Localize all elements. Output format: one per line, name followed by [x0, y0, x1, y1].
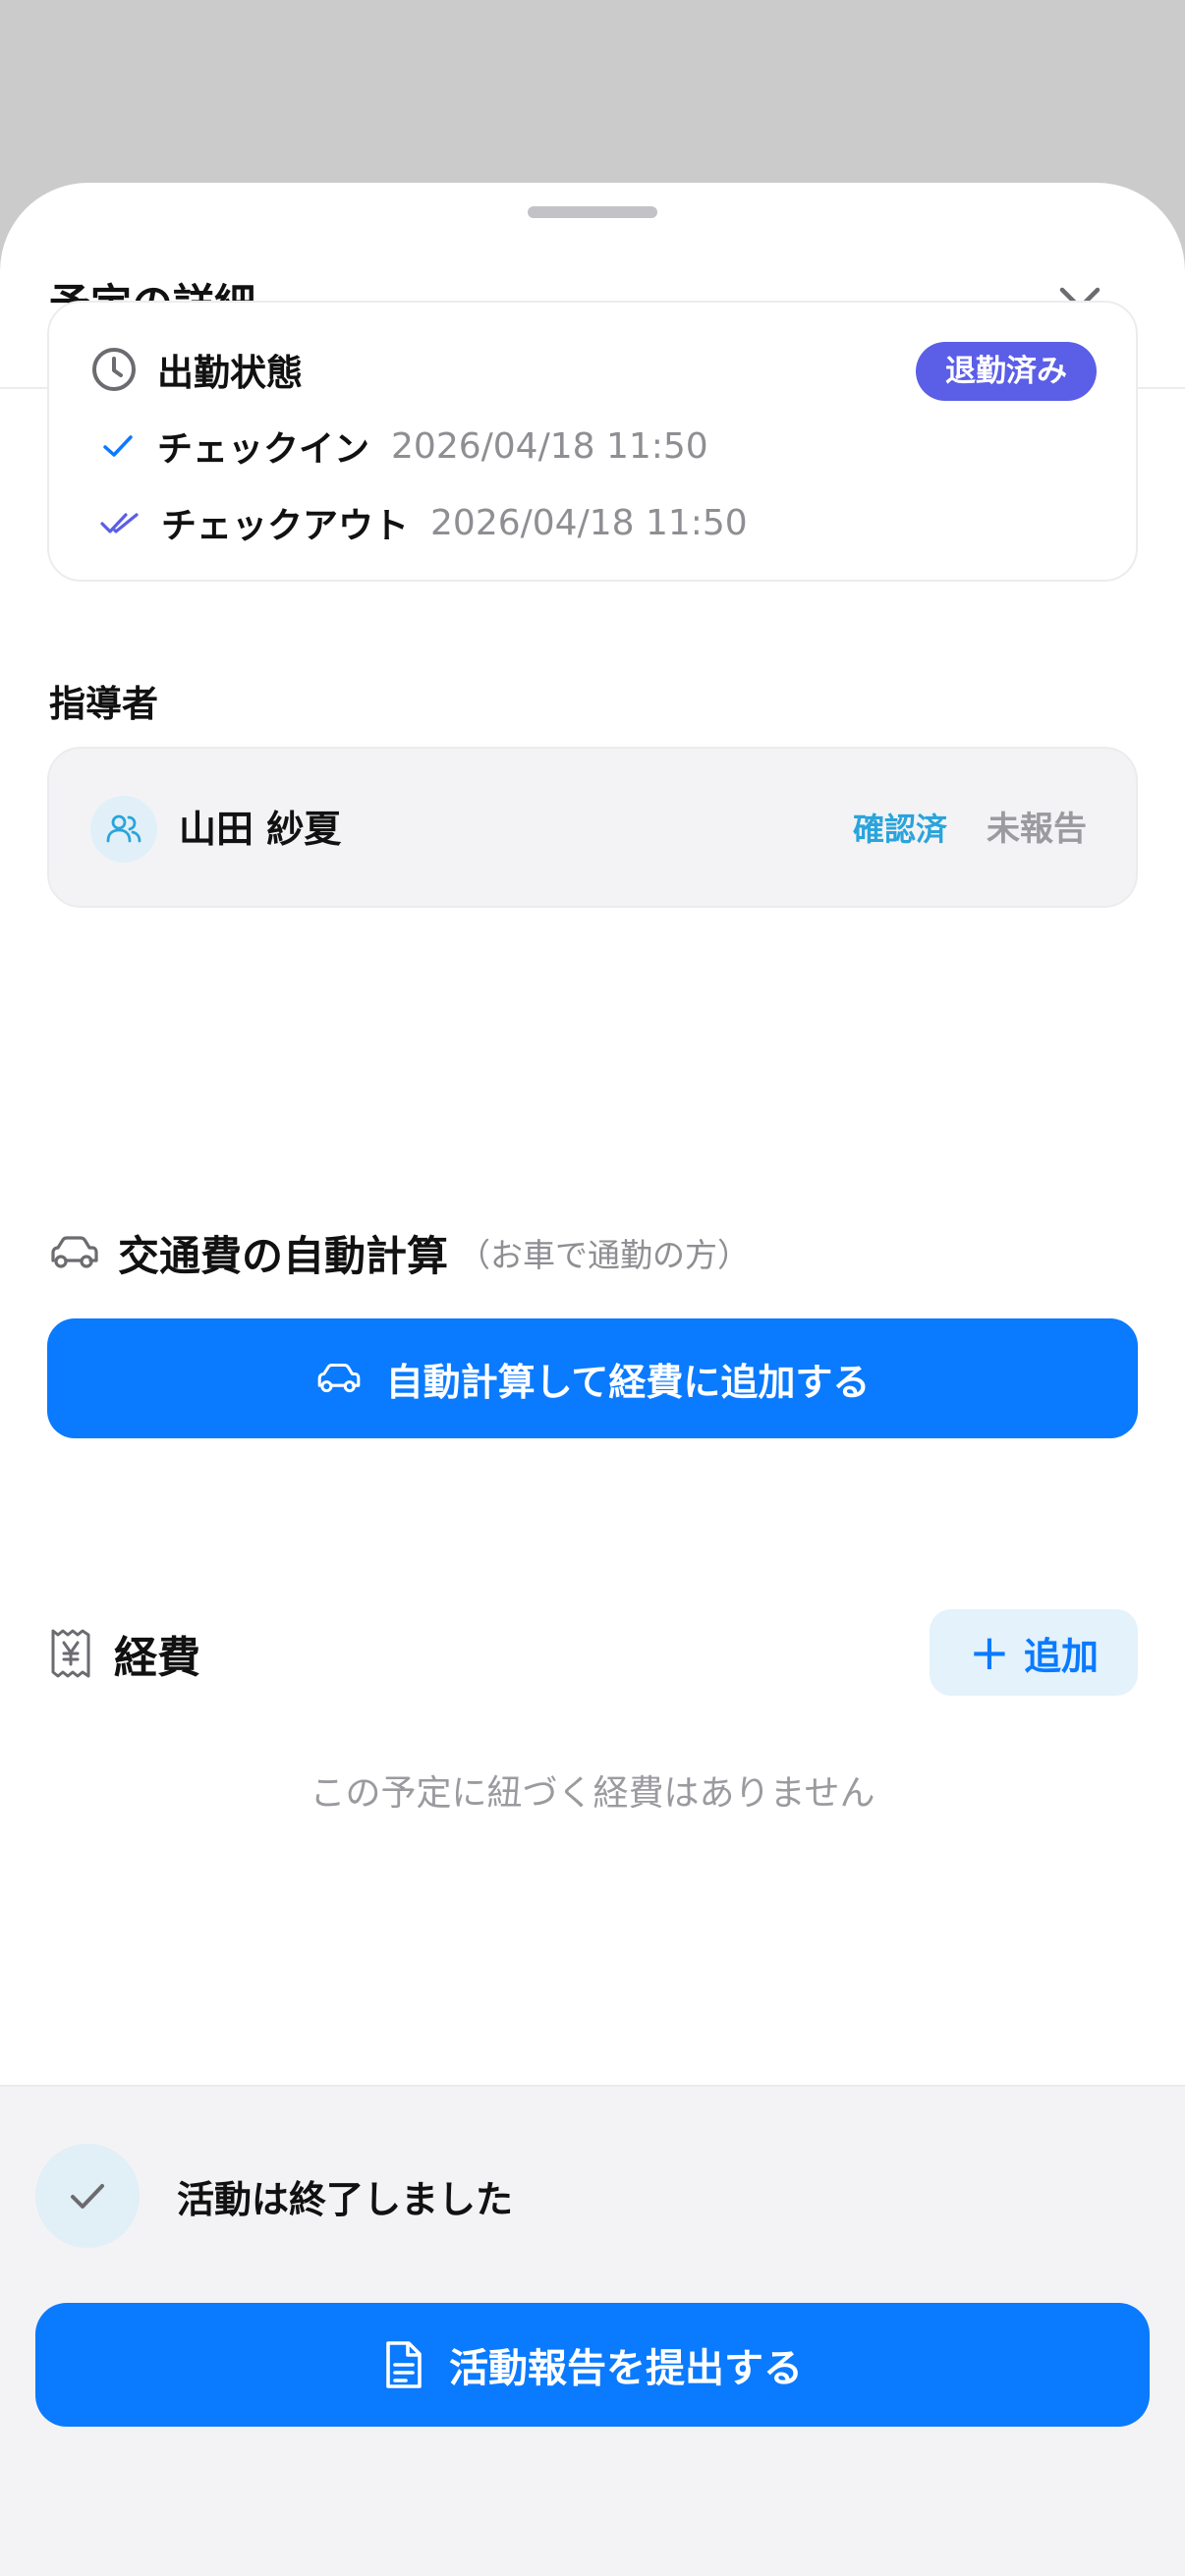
expenses-empty-message: この予定に紐づく経費はありません [310, 1773, 875, 1814]
avatar [90, 796, 157, 863]
car-icon [51, 1236, 98, 1268]
report-status: 未報告 [987, 810, 1087, 849]
instructor-card[interactable]: 山田 紗夏 確認済 未報告 [47, 747, 1138, 908]
instructor-name: 山田 紗夏 [179, 808, 342, 851]
checkin-time: 2026/04/18 11:50 [391, 425, 708, 467]
submit-report-button[interactable]: 活動報告を提出する [35, 2303, 1150, 2427]
checkin-row: チェックイン 2026/04/18 11:50 [100, 419, 708, 474]
attendance-card: 出勤状態 退勤済み チェックイン 2026/04/18 11:50 チェックアウ… [47, 301, 1138, 582]
commute-subtitle: （お車で通勤の方） [458, 1236, 751, 1274]
commute-header: 交通費の自動計算 （お車で通勤の方） [49, 1218, 750, 1287]
auto-calc-expense-button[interactable]: 自動計算して経費に追加する [47, 1318, 1138, 1438]
checkout-row: チェックアウト 2026/04/18 11:50 [100, 495, 748, 550]
instructor-section-label: 指導者 [49, 683, 158, 725]
completed-indicator [35, 2144, 140, 2248]
checkout-time: 2026/04/18 11:50 [430, 502, 748, 543]
submit-report-label: 活動報告を提出する [449, 2346, 803, 2391]
sheet-grabber[interactable] [528, 206, 657, 218]
footer-panel: 活動は終了しました 活動報告を提出する [0, 2085, 1185, 2576]
plus-icon: + [969, 1624, 1010, 1681]
auto-calc-button-label: 自動計算して経費に追加する [385, 1360, 871, 1404]
checkout-label: チェックアウト [161, 506, 410, 546]
car-icon [317, 1363, 360, 1393]
check-icon [103, 435, 133, 457]
users-icon [106, 814, 141, 843]
status-badge: 退勤済み [916, 342, 1097, 401]
clock-icon [92, 348, 136, 391]
add-expense-label: 追加 [1023, 1634, 1099, 1678]
expenses-title: 経費 [114, 1633, 200, 1683]
receipt-yen-icon [51, 1629, 90, 1678]
add-expense-button[interactable]: + 追加 [930, 1609, 1138, 1696]
attendance-header: 出勤状態 [90, 344, 303, 395]
check-icon [71, 2184, 104, 2209]
checkin-label: チェックイン [157, 429, 370, 470]
attendance-title: 出勤状態 [157, 352, 303, 394]
activity-status-text: 活動は終了しました [177, 2178, 514, 2221]
double-check-icon [100, 513, 139, 533]
commute-title: 交通費の自動計算 [118, 1231, 449, 1280]
expenses-header: 経費 [49, 1619, 200, 1688]
confirmed-status: 確認済 [853, 811, 948, 848]
document-icon [386, 2341, 422, 2388]
